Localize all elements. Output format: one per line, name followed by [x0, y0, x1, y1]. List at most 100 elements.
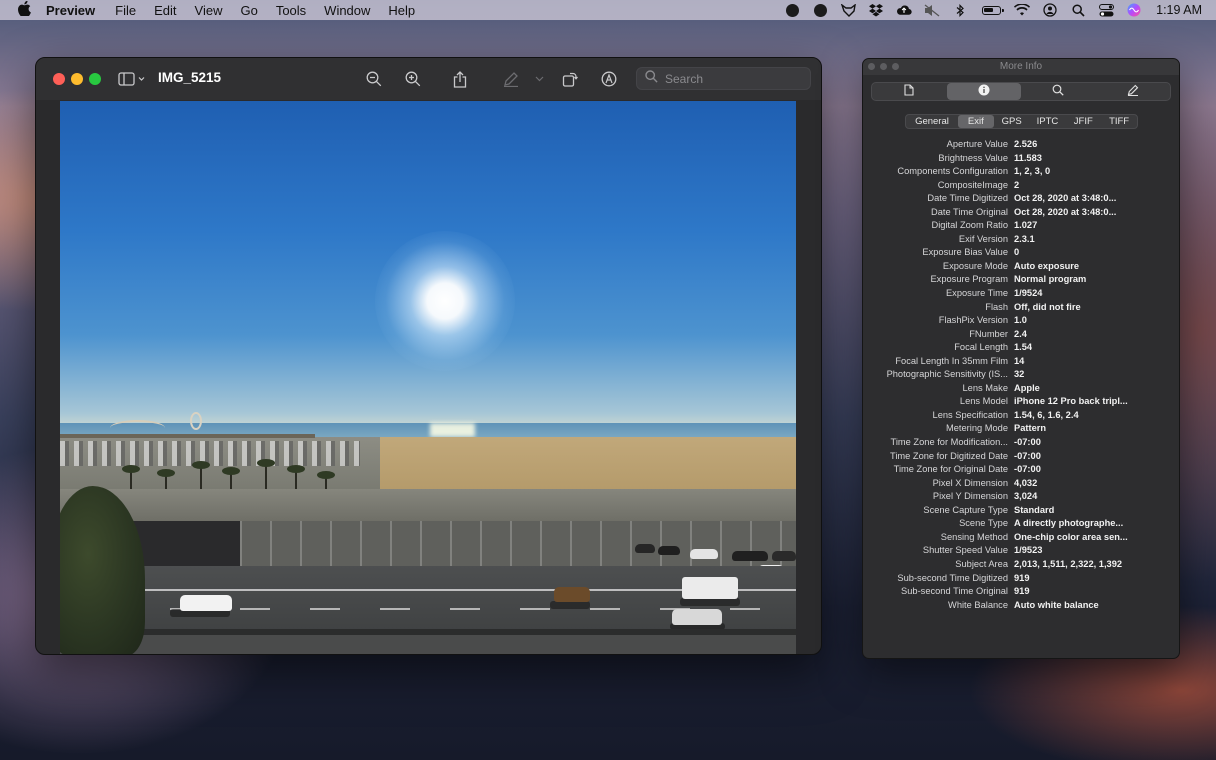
- close-button[interactable]: [53, 73, 65, 85]
- exif-value[interactable]: 919: [1014, 572, 1174, 586]
- exif-value[interactable]: -07:00: [1014, 436, 1174, 450]
- search-icon[interactable]: [1070, 3, 1086, 17]
- exif-value[interactable]: 2: [1014, 179, 1174, 193]
- exif-value[interactable]: -07:00: [1014, 450, 1174, 464]
- menu-go[interactable]: Go: [240, 3, 257, 18]
- mute-icon[interactable]: [924, 3, 940, 17]
- inspector-tabs: [871, 82, 1171, 101]
- menu-view[interactable]: View: [195, 3, 223, 18]
- annotate-icon[interactable]: [599, 69, 619, 89]
- chevron-down-icon[interactable]: [533, 69, 545, 89]
- battery-icon[interactable]: [980, 3, 1004, 17]
- exif-value[interactable]: 0: [1014, 246, 1174, 260]
- rotate-icon[interactable]: [560, 69, 580, 89]
- status-avatar-icon[interactable]: [812, 3, 828, 17]
- exif-value[interactable]: 32: [1014, 368, 1174, 382]
- menu-window[interactable]: Window: [324, 3, 370, 18]
- annotations-tab[interactable]: [1096, 83, 1171, 100]
- exif-value[interactable]: 1/9524: [1014, 287, 1174, 301]
- exif-value[interactable]: 1.54: [1014, 341, 1174, 355]
- exif-value[interactable]: -07:00: [1014, 463, 1174, 477]
- search-input[interactable]: [663, 70, 807, 87]
- markup-icon[interactable]: [500, 69, 522, 89]
- exif-value[interactable]: 4,032: [1014, 477, 1174, 491]
- exif-value[interactable]: Normal program: [1014, 273, 1174, 287]
- search-icon: [645, 69, 658, 88]
- tab-iptc[interactable]: IPTC: [1030, 115, 1066, 128]
- icloud-icon[interactable]: [896, 3, 912, 17]
- siri-icon[interactable]: [1126, 3, 1142, 17]
- exif-row: Shutter Speed Value 1/9523: [863, 544, 1179, 558]
- exif-row: Pixel X Dimension 4,032: [863, 477, 1179, 491]
- menu-bar: Preview File Edit View Go Tools Window H…: [0, 0, 1216, 20]
- zoom-in-icon[interactable]: [403, 69, 423, 89]
- tab-general[interactable]: General: [906, 115, 958, 128]
- exif-value[interactable]: iPhone 12 Pro back tripl...: [1014, 395, 1174, 409]
- maximize-button[interactable]: [89, 73, 101, 85]
- exif-value[interactable]: 2.526: [1014, 138, 1174, 152]
- exif-value[interactable]: 1.027: [1014, 219, 1174, 233]
- exif-value[interactable]: Oct 28, 2020 at 3:48:0...: [1014, 192, 1174, 206]
- exif-value[interactable]: One-chip color area sen...: [1014, 531, 1174, 545]
- exif-value[interactable]: 919: [1014, 585, 1174, 599]
- search-field[interactable]: [636, 67, 811, 90]
- photo-beach: [360, 437, 796, 492]
- wifi-icon[interactable]: [1014, 3, 1031, 17]
- exif-value[interactable]: 1.54, 6, 1.6, 2.4: [1014, 409, 1174, 423]
- exif-value[interactable]: A directly photographe...: [1014, 517, 1174, 531]
- share-icon[interactable]: [450, 69, 470, 89]
- zoom-out-icon[interactable]: [364, 69, 384, 89]
- tab-tiff[interactable]: TIFF: [1101, 115, 1137, 128]
- exif-value[interactable]: 1/9523: [1014, 544, 1174, 558]
- exif-value[interactable]: Auto exposure: [1014, 260, 1174, 274]
- tab-jfif[interactable]: JFIF: [1065, 115, 1101, 128]
- tab-exif[interactable]: Exif: [957, 115, 994, 128]
- keywords-tab[interactable]: [1021, 83, 1096, 100]
- bluetooth-icon[interactable]: [952, 3, 968, 17]
- exif-key: Time Zone for Modification...: [890, 437, 1008, 448]
- exif-value[interactable]: 14: [1014, 355, 1174, 369]
- fox-icon[interactable]: [840, 3, 856, 17]
- more-info-tab[interactable]: [946, 83, 1021, 100]
- tab-gps[interactable]: GPS: [994, 115, 1030, 128]
- general-info-tab[interactable]: [872, 83, 947, 100]
- exif-value[interactable]: Apple: [1014, 382, 1174, 396]
- photo-car: [658, 546, 680, 555]
- exif-row: Time Zone for Digitized Date -07:00: [863, 450, 1179, 464]
- dropbox-icon[interactable]: [868, 3, 884, 17]
- minimize-button[interactable]: [71, 73, 83, 85]
- exif-value[interactable]: Auto white balance: [1014, 599, 1174, 613]
- exif-value[interactable]: 3,024: [1014, 490, 1174, 504]
- exif-key: Scene Type: [959, 518, 1008, 529]
- menubar-clock[interactable]: 1:19 AM: [1156, 3, 1202, 17]
- menu-file[interactable]: File: [115, 3, 136, 18]
- exif-value[interactable]: Standard: [1014, 504, 1174, 518]
- exif-value[interactable]: Oct 28, 2020 at 3:48:0...: [1014, 206, 1174, 220]
- image-canvas[interactable]: [60, 101, 796, 654]
- menu-help[interactable]: Help: [388, 3, 415, 18]
- exif-key: Digital Zoom Ratio: [931, 220, 1008, 231]
- exif-key: Metering Mode: [945, 423, 1008, 434]
- menu-app-preview[interactable]: Preview: [46, 3, 95, 18]
- exif-key: FNumber: [969, 328, 1008, 339]
- exif-row: Components Configuration 1, 2, 3, 0: [863, 165, 1179, 179]
- status-avatar-icon[interactable]: [784, 3, 800, 17]
- exif-value[interactable]: 1, 2, 3, 0: [1014, 165, 1174, 179]
- user-icon[interactable]: [1042, 3, 1058, 17]
- menu-tools[interactable]: Tools: [276, 3, 306, 18]
- sidebar-toggle-button[interactable]: [118, 69, 146, 89]
- exif-value[interactable]: 11.583: [1014, 152, 1174, 166]
- exif-value[interactable]: 1.0: [1014, 314, 1174, 328]
- exif-value[interactable]: 2.4: [1014, 328, 1174, 342]
- exif-row: Scene Type A directly photographe...: [863, 517, 1179, 531]
- exif-key: Sub-second Time Original: [901, 586, 1008, 597]
- photo-car-shadow: [550, 601, 590, 609]
- exif-value[interactable]: 2,013, 1,511, 2,322, 1,392: [1014, 558, 1174, 572]
- menu-edit[interactable]: Edit: [154, 3, 176, 18]
- apple-logo-icon[interactable]: [16, 0, 32, 20]
- control-center-icon[interactable]: [1098, 3, 1114, 17]
- exif-value[interactable]: 2.3.1: [1014, 233, 1174, 247]
- exif-value[interactable]: Off, did not fire: [1014, 301, 1174, 315]
- exif-value[interactable]: Pattern: [1014, 422, 1174, 436]
- exif-row: Focal Length 1.54: [863, 341, 1179, 355]
